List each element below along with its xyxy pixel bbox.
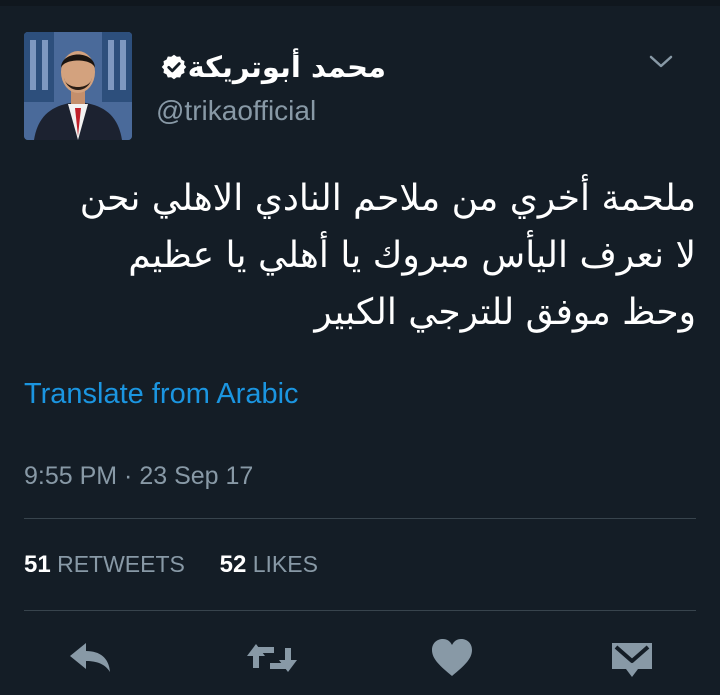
author-handle[interactable]: @trikaofficial (156, 95, 316, 127)
retweets-stat[interactable]: 51 RETWEETS (24, 551, 191, 578)
likes-count: 52 (219, 551, 247, 578)
like-button[interactable] (428, 636, 476, 680)
reply-button[interactable] (66, 636, 114, 680)
retweets-label: RETWEETS (57, 551, 185, 577)
divider (24, 610, 696, 611)
top-border (0, 0, 720, 6)
verified-badge-icon (161, 54, 186, 80)
divider (24, 518, 696, 519)
author-header[interactable]: محمد أبوتريكة (150, 50, 386, 84)
direct-message-button[interactable] (606, 636, 658, 680)
heart-icon (432, 639, 472, 676)
reply-icon (70, 643, 110, 672)
likes-label: LIKES (252, 551, 318, 577)
likes-stat[interactable]: 52 LIKES (219, 551, 318, 578)
tweet-text-line: ملحمة أخري من ملاحم النادي الاهلي نحن (79, 178, 696, 219)
tweet-text-line: وحظ موفق للترجي الكبير (314, 292, 696, 333)
tweet-stats: 51 RETWEETS 52 LIKES (24, 551, 318, 579)
retweet-button[interactable] (244, 636, 300, 680)
direct-message-icon (612, 643, 652, 677)
retweet-icon (247, 644, 297, 672)
tweet-text: ملحمة أخري من ملاحم النادي الاهلي نحن لا… (36, 170, 696, 341)
retweets-count: 51 (24, 551, 51, 578)
tweet-timestamp[interactable]: 9:55 PM · 23 Sep 17 (24, 462, 253, 491)
chevron-down-icon[interactable] (648, 54, 674, 70)
tweet-text-line: لا نعرف اليأس مبروك يا أهلي يا عظيم (128, 235, 696, 276)
author-name[interactable]: محمد أبوتريكة (188, 50, 386, 84)
translate-link[interactable]: Translate from Arabic (24, 378, 299, 411)
avatar[interactable] (24, 32, 132, 140)
